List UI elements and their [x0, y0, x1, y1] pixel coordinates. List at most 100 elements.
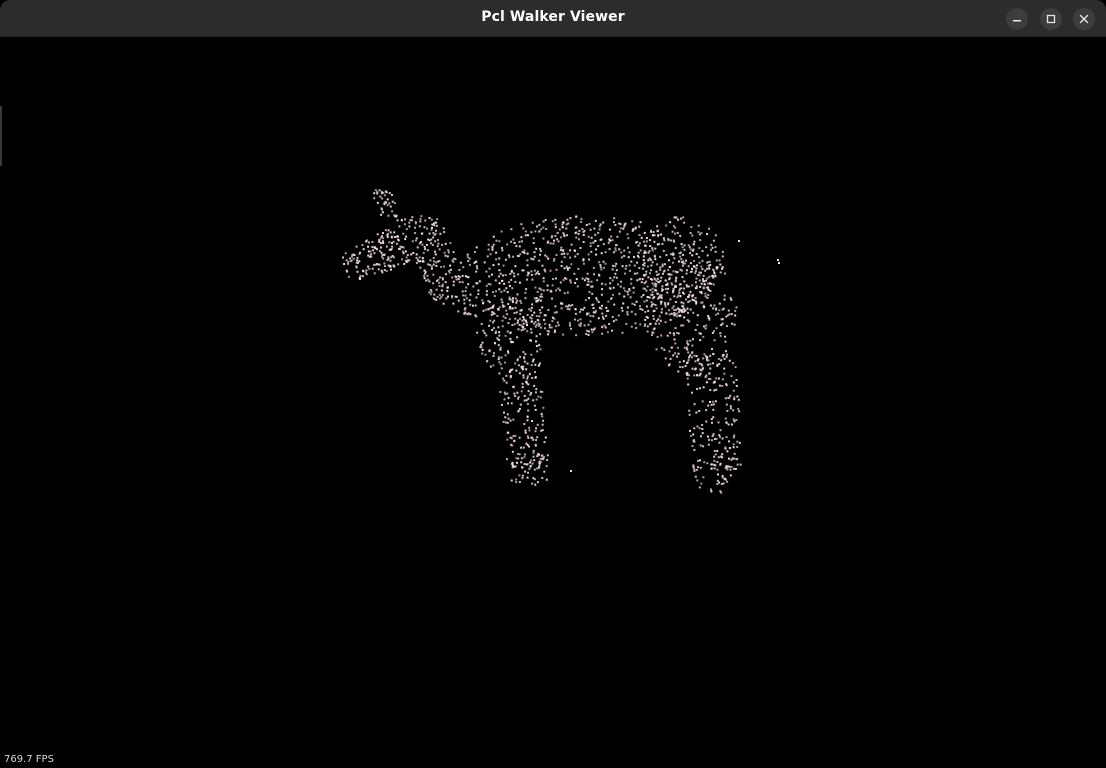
cloud-point [555, 277, 557, 280]
cloud-point [475, 260, 478, 263]
cloud-point [718, 434, 721, 437]
cloud-point [710, 248, 713, 251]
cloud-point [536, 455, 539, 458]
cloud-point [682, 360, 685, 363]
cloud-point [503, 282, 506, 285]
cloud-point [427, 278, 430, 281]
cloud-point [651, 331, 654, 334]
cloud-point [665, 279, 667, 282]
cloud-point [503, 391, 506, 394]
cloud-point [569, 217, 572, 220]
cloud-point [735, 458, 738, 461]
cloud-point [726, 353, 728, 356]
cloud-point [390, 248, 393, 251]
cloud-point [527, 383, 530, 386]
cloud-point [619, 285, 622, 288]
point-cloud-viewport[interactable]: 769.7 FPS [0, 37, 1106, 768]
cloud-point [698, 374, 701, 377]
cloud-point [519, 313, 522, 315]
cloud-point [735, 418, 738, 421]
cloud-point [495, 251, 498, 254]
cloud-point [695, 302, 698, 305]
cloud-point [594, 239, 597, 242]
cloud-point [436, 279, 438, 282]
title-bar[interactable]: Pcl Walker Viewer [0, 0, 1106, 37]
cloud-point [574, 226, 577, 229]
cloud-point [710, 243, 713, 246]
cloud-point [511, 307, 514, 310]
cloud-point [423, 245, 426, 248]
cloud-point [455, 295, 458, 298]
cloud-point [520, 446, 523, 449]
cloud-point [611, 329, 613, 332]
cloud-point [384, 229, 387, 232]
maximize-button[interactable] [1040, 8, 1062, 30]
cloud-point [467, 312, 470, 315]
cloud-point [719, 332, 722, 335]
cloud-point [536, 350, 539, 353]
cloud-point [476, 282, 479, 285]
cloud-point [725, 436, 728, 439]
cloud-point [501, 249, 504, 252]
cloud-point [542, 280, 545, 283]
cloud-point [498, 331, 501, 334]
cloud-point [415, 256, 418, 259]
cloud-point [582, 234, 585, 236]
cloud-point [647, 259, 650, 262]
cloud-point [705, 324, 708, 327]
cloud-point [657, 277, 659, 280]
cloud-point [679, 287, 681, 290]
cloud-point [458, 281, 461, 284]
cloud-point [522, 446, 525, 449]
cloud-point [618, 248, 621, 251]
cloud-point [675, 315, 678, 318]
cloud-point [487, 283, 490, 285]
cloud-point [446, 286, 449, 289]
cloud-point [543, 314, 546, 317]
cloud-point [542, 289, 545, 292]
cloud-point [539, 457, 542, 460]
cloud-point [521, 466, 523, 469]
cloud-point [654, 322, 657, 325]
cloud-point [381, 208, 383, 211]
cloud-point [504, 421, 507, 424]
cloud-point [650, 301, 653, 304]
cloud-point [674, 247, 677, 250]
cloud-point [668, 313, 671, 316]
cloud-point [727, 423, 730, 426]
cloud-point [615, 269, 618, 272]
cloud-point [545, 228, 548, 230]
cloud-point [612, 286, 615, 289]
cloud-point [585, 333, 588, 335]
cloud-point [540, 429, 543, 432]
cloud-point [674, 352, 677, 355]
window-title: Pcl Walker Viewer [481, 9, 625, 25]
cloud-point [520, 223, 523, 226]
close-button[interactable] [1073, 8, 1095, 30]
cloud-point [595, 253, 598, 256]
cloud-point [461, 290, 464, 293]
cloud-point [577, 232, 580, 235]
cloud-point [685, 298, 688, 301]
cloud-point [441, 293, 444, 296]
minimize-button[interactable] [1006, 8, 1028, 30]
cloud-point [585, 224, 588, 226]
cloud-point [493, 319, 496, 322]
cloud-point [559, 281, 562, 284]
cloud-point [676, 312, 679, 315]
cloud-point [630, 325, 633, 328]
cloud-point [439, 276, 441, 279]
cloud-point [533, 255, 536, 258]
cloud-point [507, 254, 510, 257]
cloud-point [531, 314, 534, 317]
cloud-point [501, 279, 504, 282]
cloud-point [436, 218, 439, 220]
cloud-point [626, 290, 629, 293]
cloud-point [574, 318, 576, 321]
cloud-point [687, 359, 690, 362]
cloud-point [467, 283, 470, 286]
cloud-point [693, 374, 696, 377]
cloud-point [730, 298, 733, 301]
cloud-point [597, 245, 600, 247]
cloud-point [713, 304, 716, 307]
